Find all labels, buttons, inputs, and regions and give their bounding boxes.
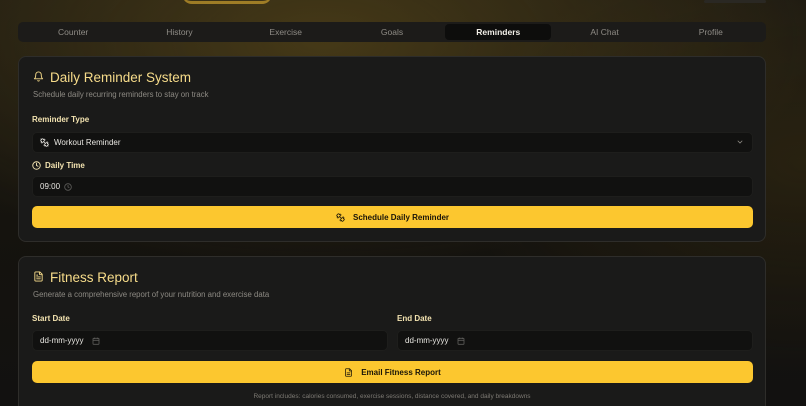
clock-icon[interactable]: [64, 182, 72, 191]
dumbbell-icon: [336, 212, 345, 222]
fitness-report-subtitle: Generate a comprehensive report of your …: [33, 290, 270, 299]
tab-history[interactable]: History: [126, 24, 232, 40]
bell-icon: [33, 70, 44, 85]
clock-icon: [32, 161, 41, 170]
daily-time-value: 09:00: [40, 182, 61, 191]
end-date-input[interactable]: dd-mm-yyyy: [397, 330, 753, 351]
tab-bar: Counter History Exercise Goals Reminders…: [18, 22, 766, 42]
tab-profile[interactable]: Profile: [658, 24, 764, 40]
schedule-daily-reminder-button[interactable]: Schedule Daily Reminder: [32, 206, 753, 228]
tab-ai-chat[interactable]: AI Chat: [551, 24, 657, 40]
dumbbell-icon: [40, 138, 49, 147]
email-fitness-report-button[interactable]: Email Fitness Report: [32, 361, 753, 383]
schedule-button-label: Schedule Daily Reminder: [352, 212, 450, 222]
document-icon: [33, 270, 44, 285]
daily-reminder-subtitle: Schedule daily recurring reminders to st…: [33, 90, 209, 99]
daily-time-input[interactable]: 09:00: [32, 176, 753, 197]
email-button-label: Email Fitness Report: [361, 367, 441, 377]
daily-time-label-text: Daily Time: [45, 161, 85, 170]
calendar-icon[interactable]: [457, 337, 465, 345]
fitness-report-card: Fitness Report Generate a comprehensive …: [18, 256, 766, 406]
reminder-type-select[interactable]: Workout Reminder: [32, 132, 753, 153]
start-date-placeholder: dd-mm-yyyy: [40, 336, 84, 345]
tab-counter[interactable]: Counter: [20, 24, 126, 40]
report-footnote: Report includes: calories consumed, exer…: [253, 393, 531, 400]
end-date-placeholder: dd-mm-yyyy: [405, 336, 449, 345]
start-date-label: Start Date: [32, 314, 70, 323]
tab-reminders[interactable]: Reminders: [445, 24, 552, 40]
calendar-icon[interactable]: [92, 337, 100, 345]
header-control-fragment: [704, 0, 766, 3]
end-date-label: End Date: [397, 314, 432, 323]
tab-goals[interactable]: Goals: [339, 24, 445, 40]
daily-reminder-title: Daily Reminder System: [33, 70, 191, 85]
daily-time-label: Daily Time: [32, 161, 85, 170]
fitness-report-title-text: Fitness Report: [50, 270, 138, 285]
chevron-down-icon: [736, 138, 744, 148]
reminder-type-label: Reminder Type: [32, 115, 90, 124]
header-title-fragment: [182, 0, 272, 4]
fitness-report-title: Fitness Report: [33, 270, 138, 285]
reminder-type-value: Workout Reminder: [54, 138, 121, 147]
start-date-input[interactable]: dd-mm-yyyy: [32, 330, 388, 351]
tab-exercise[interactable]: Exercise: [233, 24, 339, 40]
document-icon: [344, 367, 353, 377]
daily-reminder-card: Daily Reminder System Schedule daily rec…: [18, 56, 766, 242]
daily-reminder-title-text: Daily Reminder System: [50, 70, 192, 85]
